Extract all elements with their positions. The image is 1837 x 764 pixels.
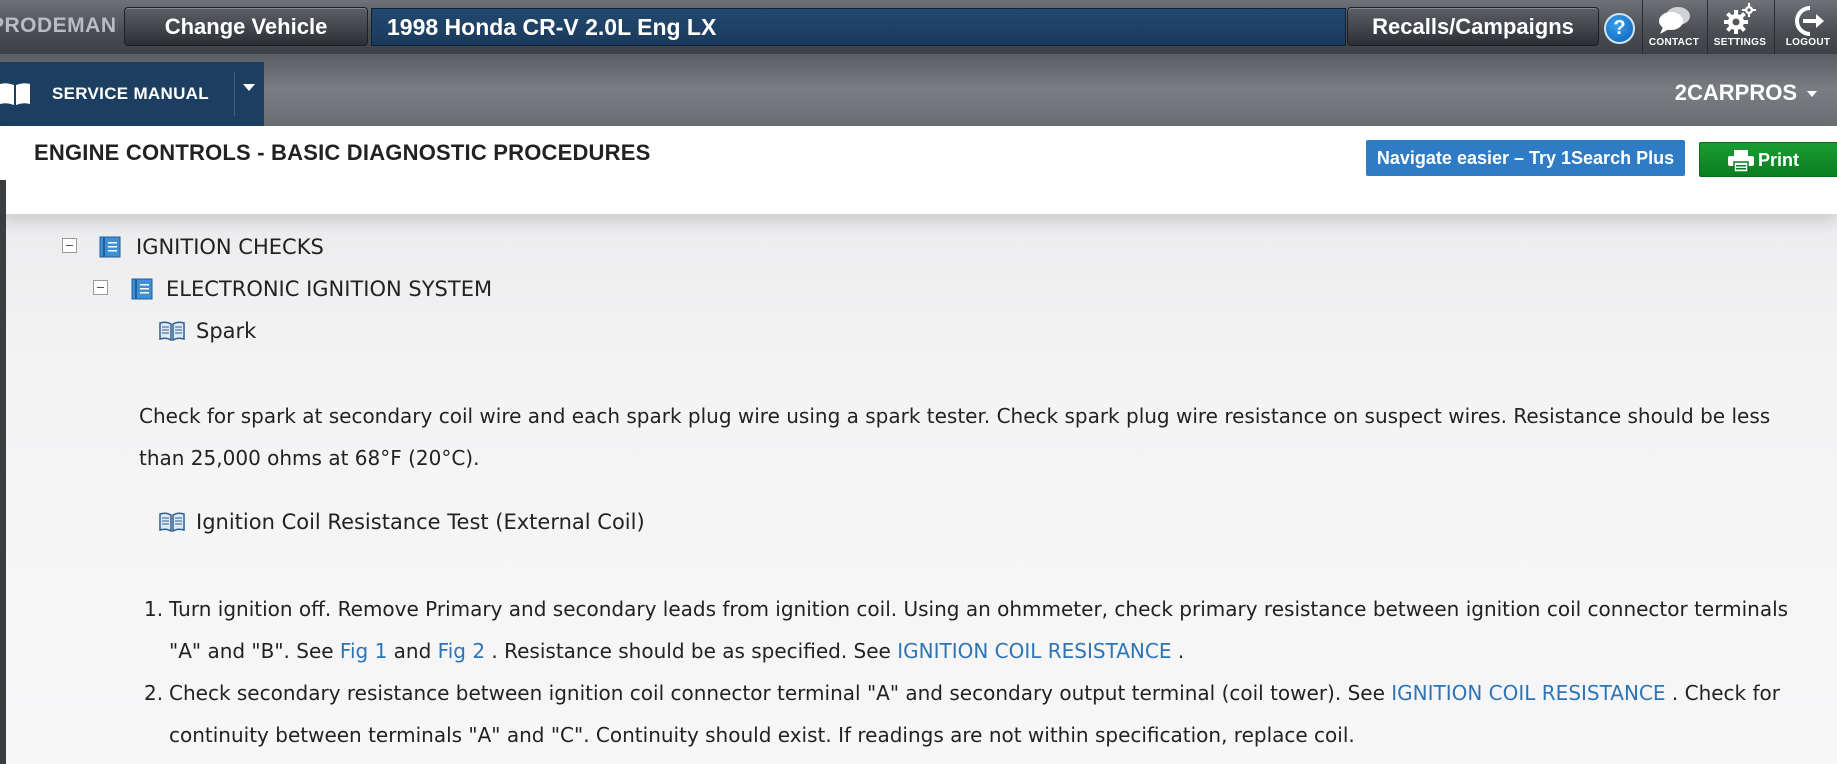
chat-bubble-icon bbox=[1642, 0, 1706, 40]
print-button[interactable]: Print bbox=[1699, 142, 1837, 177]
step-number: 1. bbox=[144, 597, 164, 621]
collapse-toggle[interactable] bbox=[62, 238, 77, 253]
step-text: and bbox=[387, 639, 438, 663]
step-text: . bbox=[1171, 639, 1185, 663]
try-1search-plus-button[interactable]: Navigate easier – Try 1Search Plus bbox=[1366, 140, 1685, 176]
ignition-coil-resistance-link[interactable]: IGNITION COIL RESISTANCE bbox=[1391, 681, 1665, 705]
list-item: 2. Check secondary resistance between ig… bbox=[139, 672, 1799, 756]
top-bar: PRODEMAND Change Vehicle 1998 Honda CR-V… bbox=[0, 0, 1837, 54]
fig1-link[interactable]: Fig 1 bbox=[340, 639, 387, 663]
open-book-icon bbox=[159, 512, 185, 536]
account-name: 2CARPROS bbox=[1674, 80, 1797, 105]
section-heading-coil-resistance-test: Ignition Coil Resistance Test (External … bbox=[196, 510, 645, 534]
divider bbox=[1774, 0, 1775, 54]
change-vehicle-button[interactable]: Change Vehicle bbox=[124, 7, 368, 46]
content-header: ENGINE CONTROLS - BASIC DIAGNOSTIC PROCE… bbox=[0, 126, 1837, 214]
open-book-icon bbox=[0, 82, 30, 111]
collapse-toggle[interactable] bbox=[93, 280, 108, 295]
chevron-down-icon bbox=[1807, 91, 1817, 98]
vehicle-field[interactable]: 1998 Honda CR-V 2.0L Eng LX bbox=[371, 8, 1346, 46]
divider bbox=[234, 72, 235, 116]
chevron-down-icon[interactable] bbox=[243, 84, 255, 91]
tree-item-spark[interactable]: Spark bbox=[196, 319, 256, 343]
help-button[interactable]: ? bbox=[1604, 13, 1635, 44]
page-title: ENGINE CONTROLS - BASIC DIAGNOSTIC PROCE… bbox=[34, 140, 651, 165]
gear-icon bbox=[1708, 0, 1772, 40]
recalls-campaigns-button[interactable]: Recalls/Campaigns bbox=[1347, 7, 1599, 46]
settings-label: SETTINGS bbox=[1713, 37, 1767, 48]
contact-label: CONTACT bbox=[1648, 37, 1700, 48]
fig2-link[interactable]: Fig 2 bbox=[438, 639, 485, 663]
document-content: IGNITION CHECKS ELECTRONIC IGNITION SYST… bbox=[0, 214, 1837, 764]
step-number: 2. bbox=[144, 681, 164, 705]
account-menu[interactable]: 2CARPROS bbox=[1675, 80, 1817, 106]
list-item: 1. Turn ignition off. Remove Primary and… bbox=[139, 588, 1799, 672]
tree-item-electronic-ignition-system[interactable]: ELECTRONIC IGNITION SYSTEM bbox=[166, 277, 492, 301]
step-text: . Resistance should be as specified. See bbox=[485, 639, 898, 663]
open-book-icon bbox=[159, 321, 185, 345]
service-manual-label: SERVICE MANUAL bbox=[52, 84, 209, 103]
tree-item-ignition-checks[interactable]: IGNITION CHECKS bbox=[136, 235, 324, 259]
service-manual-menu[interactable]: SERVICE MANUAL bbox=[0, 62, 264, 126]
document-icon bbox=[131, 278, 153, 304]
logout-button[interactable]: LOGOUT bbox=[1776, 0, 1837, 54]
printer-icon bbox=[1728, 149, 1754, 184]
sidebar-edge bbox=[0, 180, 6, 764]
settings-button[interactable]: SETTINGS bbox=[1708, 0, 1772, 54]
procedure-steps: 1. Turn ignition off. Remove Primary and… bbox=[139, 588, 1799, 756]
ignition-coil-resistance-link[interactable]: IGNITION COIL RESISTANCE bbox=[897, 639, 1171, 663]
module-bar: SERVICE MANUAL 2CARPROS bbox=[0, 54, 1837, 126]
logout-icon bbox=[1776, 0, 1837, 40]
contact-button[interactable]: CONTACT bbox=[1642, 0, 1706, 54]
brand-logo: PRODEMAND bbox=[0, 14, 118, 37]
document-icon bbox=[99, 236, 121, 262]
step-text: Check secondary resistance between ignit… bbox=[169, 681, 1392, 705]
spark-paragraph: Check for spark at secondary coil wire a… bbox=[139, 404, 1771, 470]
print-label: Print bbox=[1758, 150, 1800, 170]
logout-label: LOGOUT bbox=[1785, 37, 1831, 48]
